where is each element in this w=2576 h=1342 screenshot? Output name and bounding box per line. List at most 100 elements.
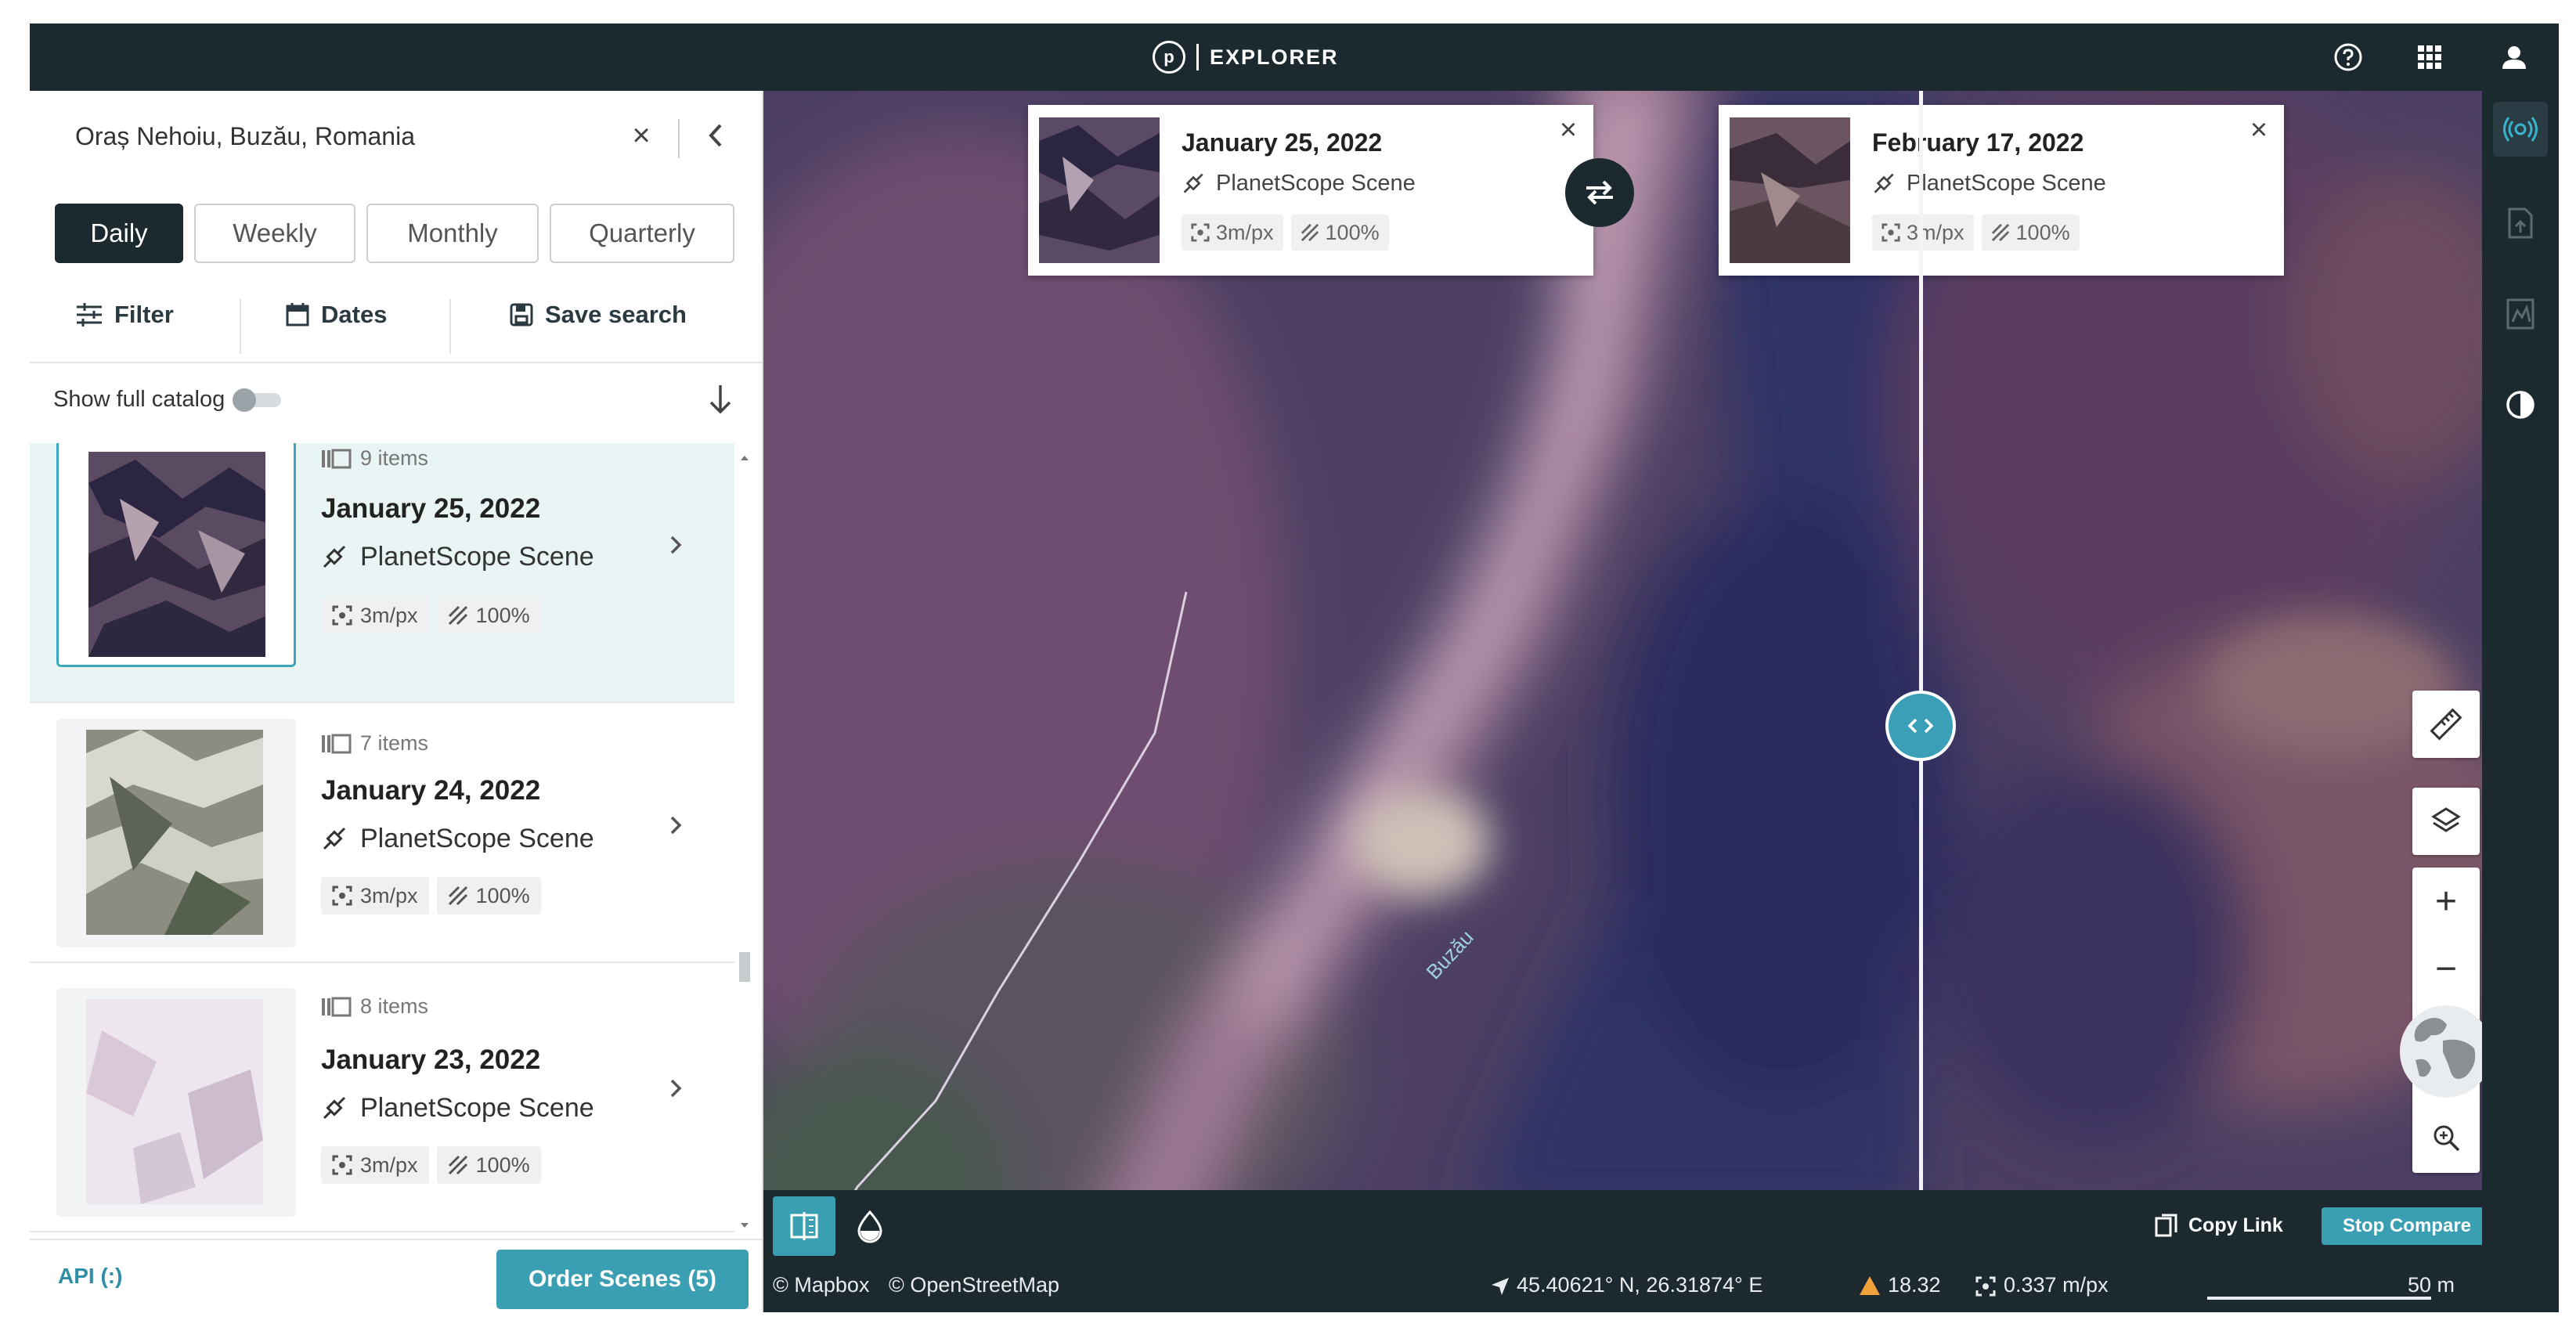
tab-quarterly[interactable]: Quarterly [550, 204, 734, 263]
clear-search-icon[interactable]: × [623, 117, 659, 153]
filter-label: Filter [114, 301, 174, 328]
coverage-icon [448, 886, 467, 906]
coverage-chip: 100% [436, 877, 541, 915]
coverage-icon [1991, 223, 2009, 242]
item-count: 9 items [321, 446, 428, 471]
scroll-thumb[interactable] [739, 952, 750, 982]
app-frame: p EXPLORER Oraș Nehoiu, Buzău, Romania ×… [30, 23, 2559, 1312]
resolution-icon [1881, 223, 1900, 242]
resolution-chip: 3m/px [1182, 215, 1283, 251]
save-search-button[interactable]: Save search [509, 291, 687, 338]
mapbox-attribution[interactable]: © Mapbox [773, 1273, 869, 1297]
chevron-right-icon[interactable] [664, 810, 687, 841]
color-adjust-button[interactable] [839, 1196, 901, 1256]
scene-thumbnail-image [86, 730, 263, 935]
download-arrow-icon[interactable] [705, 382, 736, 417]
collapse-panel-icon[interactable] [697, 117, 736, 153]
compare-mode-button[interactable] [773, 1196, 835, 1256]
brand[interactable]: p EXPLORER [1153, 39, 1339, 75]
search-divider [678, 119, 680, 158]
compare-right-date: February 17, 2022 [1872, 128, 2084, 157]
elevation-value: 18.32 [1888, 1273, 1941, 1297]
map-view[interactable]: Buzău January 25, 2022 PlanetScope Scene… [763, 91, 2482, 1312]
satellite-icon [323, 545, 346, 568]
scene-source: PlanetScope Scene [321, 1093, 594, 1124]
explore-button[interactable] [2493, 102, 2548, 157]
copy-link-button[interactable]: Copy Link [2154, 1212, 2283, 1239]
stack-icon [322, 734, 352, 753]
swap-arrows-icon [1586, 180, 1613, 205]
item-count-label: 7 items [360, 731, 429, 755]
filter-button[interactable]: Filter [75, 291, 174, 338]
zoom-out-button[interactable]: − [2412, 935, 2480, 1002]
zoom-in-button[interactable]: + [2412, 868, 2480, 935]
results-scrollbar[interactable] [736, 443, 753, 1239]
scale-label: 50 m [2408, 1273, 2455, 1297]
measure-button[interactable] [2412, 691, 2480, 758]
resolution-icon [332, 605, 352, 626]
chevron-right-icon[interactable] [664, 529, 687, 561]
coverage-icon [1301, 223, 1319, 242]
compare-right-source: PlanetScope Scene [1872, 171, 2106, 197]
apps-grid-icon[interactable] [2413, 41, 2446, 74]
panel-footer: API (:) Order Scenes (5) [30, 1239, 762, 1312]
layers-button[interactable] [2412, 788, 2480, 855]
save-icon [510, 303, 533, 326]
tab-weekly[interactable]: Weekly [194, 204, 355, 263]
right-toolbar [2482, 91, 2559, 1312]
api-link[interactable]: API (:) [58, 1264, 122, 1289]
compare-right-thumbnail [1730, 117, 1850, 263]
contrast-icon [2506, 391, 2535, 419]
tab-daily[interactable]: Daily [55, 204, 183, 263]
satellite-icon [1874, 173, 1894, 193]
coverage-icon [448, 605, 467, 626]
order-scenes-button[interactable]: Order Scenes (5) [496, 1250, 749, 1309]
dates-button[interactable]: Dates [285, 291, 387, 338]
list-item[interactable]: 8 items January 23, 2022 PlanetScope Sce… [30, 972, 734, 1232]
drop-icon [857, 1210, 882, 1243]
image-frame-icon [2506, 298, 2535, 330]
search-panel: Oraș Nehoiu, Buzău, Romania × Daily Week… [30, 91, 763, 1312]
cursor-coordinates: 45.40621° N, 26.31874° E [1517, 1273, 1763, 1297]
planet-logo-icon: p [1153, 41, 1185, 74]
results-list: 9 items January 25, 2022 PlanetScope Sce… [30, 443, 762, 1239]
full-catalog-toggle[interactable]: Show full catalog [53, 387, 282, 413]
theme-toggle-button[interactable] [2493, 377, 2548, 432]
scene-metadata: 3m/px 100% [321, 597, 541, 634]
analysis-button[interactable] [2493, 287, 2548, 341]
user-account-icon[interactable] [2498, 41, 2531, 74]
coverage-chip: 100% [1981, 215, 2080, 251]
scene-thumbnail-image [88, 452, 265, 657]
close-icon[interactable]: × [1554, 115, 1582, 145]
tab-monthly[interactable]: Monthly [366, 204, 539, 263]
resolution-chip: 3m/px [321, 597, 429, 634]
chevron-right-icon[interactable] [664, 1073, 687, 1104]
import-button[interactable] [2493, 196, 2548, 251]
stack-icon [322, 997, 352, 1016]
list-item[interactable]: 7 items January 24, 2022 PlanetScope Sce… [30, 703, 734, 963]
list-item[interactable]: 9 items January 25, 2022 PlanetScope Sce… [30, 443, 734, 703]
item-count-label: 9 items [360, 446, 429, 470]
swap-compare-button[interactable] [1565, 158, 1634, 227]
search-input[interactable]: Oraș Nehoiu, Buzău, Romania [75, 122, 415, 151]
scene-metadata: 3m/px 100% [321, 877, 541, 915]
compare-left-thumbnail [1039, 117, 1160, 263]
close-icon[interactable]: × [2245, 115, 2273, 145]
stop-compare-button[interactable]: Stop Compare [2322, 1207, 2482, 1245]
item-count: 8 items [321, 994, 428, 1019]
scroll-up-arrow-icon[interactable] [736, 449, 753, 467]
coverage-chip: 100% [1290, 215, 1389, 251]
scene-source: PlanetScope Scene [321, 824, 594, 854]
toggle-switch[interactable] [233, 388, 282, 412]
resolution-icon [1191, 223, 1210, 242]
compare-divider-line[interactable] [1919, 91, 1923, 1214]
calendar-icon [286, 303, 309, 326]
help-icon[interactable] [2332, 41, 2365, 74]
coverage-icon [448, 1155, 467, 1175]
dates-label: Dates [321, 301, 388, 328]
scene-source-label: PlanetScope Scene [360, 1093, 594, 1123]
scroll-down-arrow-icon[interactable] [736, 1217, 753, 1234]
compare-slider-handle[interactable] [1885, 691, 1956, 761]
osm-attribution[interactable]: © OpenStreetMap [889, 1273, 1059, 1297]
zoom-to-fit-button[interactable] [2412, 1104, 2480, 1171]
